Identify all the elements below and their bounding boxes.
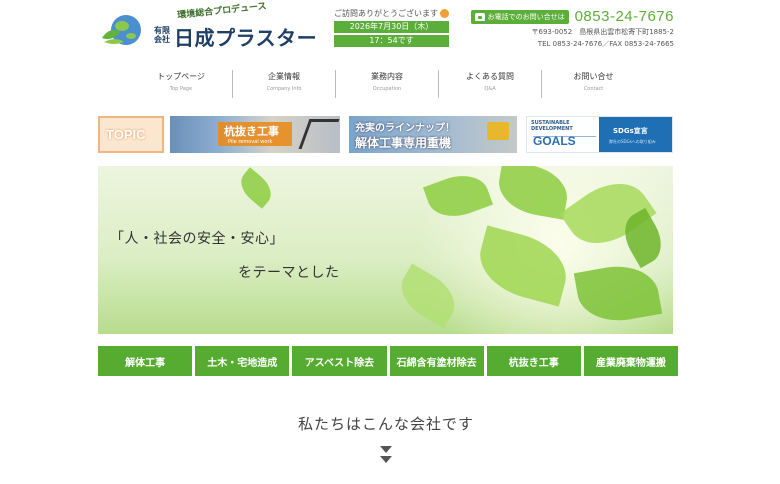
banner-row: TOPIC 杭抜き工事 Pile removal work 充実のラインナップ！… xyxy=(98,116,678,154)
hero-line-1: 「人・社会の安全・安心」 xyxy=(110,231,284,247)
service-buttons: 解体工事 土木・宅地造成 アスベスト除去 石綿含有塗材除去 杭抜き工事 産業廃棄… xyxy=(98,346,679,376)
crane-icon xyxy=(298,119,340,149)
nav-item-occupation[interactable]: 業務内容 Occupation xyxy=(336,70,439,98)
hero-image: 「人・社会の安全・安心」 をテーマとした xyxy=(98,166,673,334)
service-asbestos-removal-button[interactable]: アスベスト除去 xyxy=(292,346,387,376)
smile-icon xyxy=(440,9,449,18)
main-nav: トップページ Top Page 企業情報 Company Info 業務内容 O… xyxy=(130,70,650,98)
excavator-icon xyxy=(487,122,509,140)
nav-item-contact[interactable]: お問い合せ Contact xyxy=(542,70,645,98)
logo-tagline: 環境総合プロデュース xyxy=(176,1,268,21)
phone-label: お電話でのお問い合せは xyxy=(470,9,569,24)
chevron-down-icon xyxy=(379,446,393,468)
company-type: 有限会社 xyxy=(154,26,170,44)
topic-banner[interactable]: TOPIC xyxy=(98,116,164,153)
company-name: 日成プラスター xyxy=(174,26,318,50)
nav-item-top[interactable]: トップページ Top Page xyxy=(130,70,233,98)
heavy-machinery-banner[interactable]: 充実のラインナップ！ 解体工事専用重機 xyxy=(349,116,517,153)
globe-icon xyxy=(102,15,141,45)
service-asbestos-coating-removal-button[interactable]: 石綿含有塗材除去 xyxy=(389,346,484,376)
nav-item-company[interactable]: 企業情報 Company Info xyxy=(233,70,336,98)
sdgs-banner[interactable]: SUSTAINABLE DEVELOPMENT GOALS SDGs宣言 弊社の… xyxy=(526,116,673,153)
visit-counter: ご訪問ありがとうございます 2026年7月30日（木） 17：54です xyxy=(334,8,449,47)
hero-line-2: をテーマとした xyxy=(238,265,340,281)
service-waste-transport-button[interactable]: 産業廃棄物運搬 xyxy=(583,346,679,376)
pile-removal-banner[interactable]: 杭抜き工事 Pile removal work xyxy=(170,116,340,153)
sdgs-sub: 弊社のSDGsへの取り組み xyxy=(609,139,656,144)
address: 〒693-0052 島根県出雲市松寄下町1885-2 xyxy=(531,28,675,36)
visit-message: ご訪問ありがとうございます xyxy=(334,9,438,18)
company-logo[interactable]: 環境総合プロデュース 有限会社 日成プラスター xyxy=(100,2,317,50)
service-pile-removal-button[interactable]: 杭抜き工事 xyxy=(486,346,581,376)
visit-date: 2026年7月30日（木） xyxy=(334,21,449,33)
phone-number[interactable]: 0853-24-7676 xyxy=(575,8,674,25)
leaf-decoration xyxy=(234,167,278,209)
tel-fax: TEL 0853-24-7676／FAX 0853-24-7665 xyxy=(537,40,674,48)
phone-icon xyxy=(474,12,485,21)
nav-item-qa[interactable]: よくある質問 Q&A xyxy=(439,70,542,98)
contact-info: お電話でのお問い合せは 0853-24-7676 〒693-0052 島根県出雲… xyxy=(470,8,675,49)
site-header: 環境総合プロデュース 有限会社 日成プラスター ご訪問ありがとうございます 20… xyxy=(0,0,780,60)
sdgs-goals: GOALS xyxy=(533,134,576,148)
sdgs-title: SUSTAINABLE DEVELOPMENT xyxy=(531,120,573,132)
service-demolition-button[interactable]: 解体工事 xyxy=(98,346,193,376)
visit-time: 17：54です xyxy=(334,35,449,47)
sdgs-declaration: SDGs宣言 xyxy=(613,127,648,135)
section-heading: 私たちはこんな会社です xyxy=(297,415,474,433)
service-civil-engineering-button[interactable]: 土木・宅地造成 xyxy=(195,346,290,376)
